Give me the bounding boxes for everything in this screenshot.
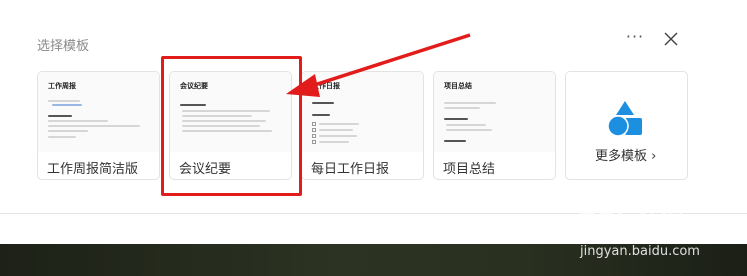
close-icon — [664, 32, 678, 46]
template-card-meeting-minutes[interactable]: 会议纪要 会议纪要 — [169, 71, 292, 180]
watermark-logo-text: Bai 经验 — [578, 193, 688, 222]
template-thumbnail: 工作日报 — [302, 72, 423, 152]
background-strip — [0, 244, 747, 276]
divider — [0, 213, 747, 214]
more-templates-card[interactable]: 更多模板 › — [565, 71, 688, 180]
thumbnail-title: 工作周报 — [48, 82, 76, 90]
template-label: 会议纪要 — [179, 162, 232, 177]
template-card-daily-report[interactable]: 工作日报 每日工作日报 — [301, 71, 424, 180]
more-options-button[interactable]: ··· — [623, 28, 647, 50]
more-templates-label: 更多模板 › — [595, 149, 657, 164]
chevron-right-icon: › — [651, 149, 657, 164]
template-card-weekly-report[interactable]: 工作周报 工作周报简洁版 — [37, 71, 160, 180]
template-label: 项目总结 — [443, 162, 496, 177]
shapes-logo-icon — [607, 101, 642, 137]
template-label: 工作周报简洁版 — [47, 162, 139, 177]
template-card-project-summary[interactable]: 项目总结 项目总结 — [433, 71, 556, 180]
template-thumbnail: 会议纪要 — [170, 72, 291, 152]
close-button[interactable] — [660, 28, 682, 50]
thumbnail-title: 工作日报 — [312, 82, 340, 90]
template-thumbnail: 工作周报 — [38, 72, 159, 152]
template-label: 每日工作日报 — [311, 162, 390, 177]
template-thumbnail: 项目总结 — [434, 72, 555, 152]
thumbnail-title: 会议纪要 — [180, 82, 208, 90]
thumbnail-title: 项目总结 — [444, 82, 472, 90]
dialog-header-title: 选择模板 — [37, 39, 90, 54]
